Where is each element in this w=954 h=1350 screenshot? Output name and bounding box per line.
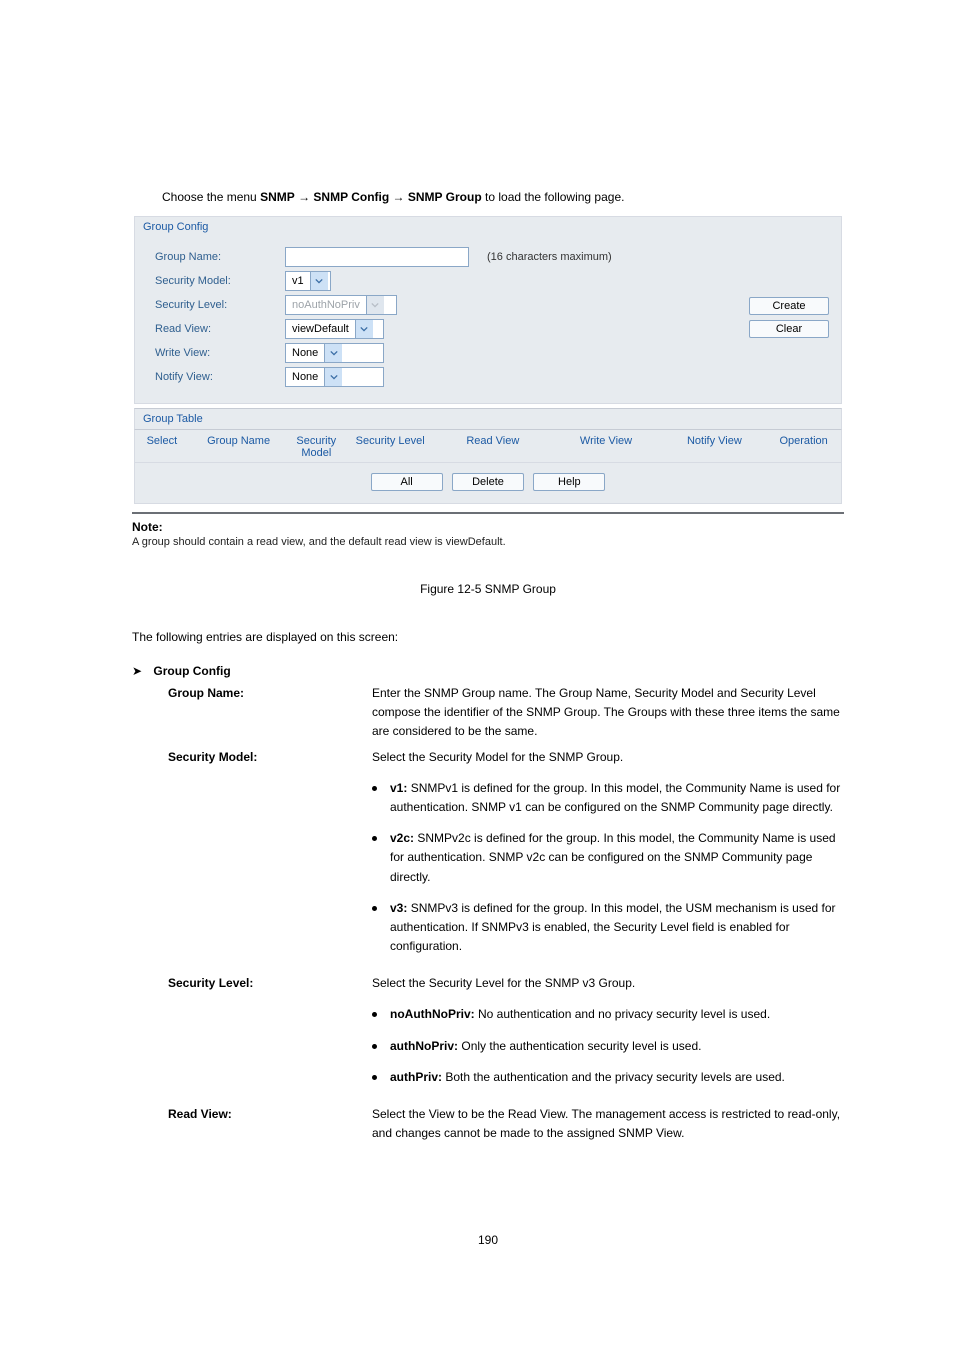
term-read-view: Read View: <box>168 1105 372 1143</box>
breadcrumb-suffix: to load the following page. <box>485 190 624 204</box>
list-item: v1: SNMPv1 is defined for the group. In … <box>372 779 844 817</box>
sm-v2c-text: SNMPv2c is defined for the group. In thi… <box>390 831 836 883</box>
term-security-level: Security Level: <box>168 974 372 1099</box>
snmp-group-panel: Group Config Group Name: (16 characters … <box>132 214 844 548</box>
help-button[interactable]: Help <box>533 473 605 491</box>
sm-v3-text: SNMPv3 is defined for the group. In this… <box>390 901 836 953</box>
label-read-view: Read View: <box>143 323 285 335</box>
th-read-view: Read View <box>436 435 549 459</box>
label-group-name: Group Name: <box>143 251 285 263</box>
list-item: authNoPriv: Only the authentication secu… <box>372 1037 844 1056</box>
group-config-body: Group Name: (16 characters maximum) Secu… <box>134 237 842 404</box>
label-security-level: Security Level: <box>143 299 285 311</box>
notify-view-select[interactable]: None <box>285 367 384 387</box>
sl-an-text: Only the authentication security level i… <box>461 1039 701 1053</box>
chevron-down-icon <box>324 368 342 386</box>
list-item: v2c: SNMPv2c is defined for the group. I… <box>372 829 844 887</box>
label-security-model: Security Model: <box>143 275 285 287</box>
def-security-model: Select the Security Model for the SNMP G… <box>372 748 844 969</box>
breadcrumb: Choose the menu SNMP → SNMP Config → SNM… <box>162 190 844 204</box>
select-value: viewDefault <box>286 323 355 335</box>
clear-button[interactable]: Clear <box>749 320 829 338</box>
list-item: v3: SNMPv3 is defined for the group. In … <box>372 899 844 957</box>
read-view-select[interactable]: viewDefault <box>285 319 384 339</box>
th-write-view: Write View <box>549 435 662 459</box>
sm-v3-label: v3: <box>390 901 407 915</box>
def-group-name: Enter the SNMP Group name. The Group Nam… <box>372 684 844 742</box>
th-operation: Operation <box>766 435 841 459</box>
list-item: authPriv: Both the authentication and th… <box>372 1068 844 1087</box>
def-security-level-text: Select the Security Level for the SNMP v… <box>372 976 635 990</box>
sm-v2c-label: v2c: <box>390 831 414 845</box>
divider <box>132 512 844 514</box>
page-number: 190 <box>132 1233 844 1247</box>
th-notify-view: Notify View <box>663 435 767 459</box>
label-write-view: Write View: <box>143 347 285 359</box>
all-button[interactable]: All <box>371 473 443 491</box>
def-read-view: Select the View to be the Read View. The… <box>372 1105 844 1143</box>
select-value: noAuthNoPriv <box>286 299 366 311</box>
sl-ap-text: Both the authentication and the privacy … <box>445 1070 785 1084</box>
chevron-down-icon <box>355 320 373 338</box>
arrow-icon: → <box>298 190 310 204</box>
th-security-model: Security Model <box>288 435 344 459</box>
section-header-group-config: Group Config <box>153 664 230 678</box>
security-model-select[interactable]: v1 <box>285 271 331 291</box>
definition-list: Group Name: Enter the SNMP Group name. T… <box>168 684 844 1143</box>
group-table-header: Select Group Name Security Model Securit… <box>134 429 842 463</box>
th-select: Select <box>135 435 189 459</box>
write-view-select[interactable]: None <box>285 343 384 363</box>
entries-intro: The following entries are displayed on t… <box>132 630 844 644</box>
delete-button[interactable]: Delete <box>452 473 524 491</box>
chevron-down-icon <box>310 272 328 290</box>
sm-v1-text: SNMPv1 is defined for the group. In this… <box>390 781 840 814</box>
breadcrumb-p3: SNMP Group <box>408 190 482 204</box>
breadcrumb-prefix: Choose the menu <box>162 190 260 204</box>
chevron-down-icon <box>324 344 342 362</box>
table-actions: All Delete Help <box>134 463 842 504</box>
sm-v1-label: v1: <box>390 781 407 795</box>
security-level-select: noAuthNoPriv <box>285 295 397 315</box>
select-value: v1 <box>286 275 310 287</box>
sl-ap-label: authPriv: <box>390 1070 442 1084</box>
th-group-name: Group Name <box>189 435 289 459</box>
def-security-level: Select the Security Level for the SNMP v… <box>372 974 844 1099</box>
note-title: Note: <box>132 520 844 534</box>
figure-caption: Figure 12-5 SNMP Group <box>132 582 844 596</box>
group-table-title: Group Table <box>134 408 842 429</box>
th-security-level: Security Level <box>344 435 436 459</box>
create-button[interactable]: Create <box>749 297 829 315</box>
group-name-input[interactable] <box>285 247 469 267</box>
term-security-model: Security Model: <box>168 748 372 969</box>
select-value: None <box>286 347 324 359</box>
breadcrumb-p1: SNMP <box>260 190 295 204</box>
chevron-down-icon <box>366 296 384 314</box>
arrow-icon: → <box>393 190 405 204</box>
triangle-bullet-icon: ➤ <box>132 664 142 678</box>
term-group-name: Group Name: <box>168 684 372 742</box>
breadcrumb-p2: SNMP Config <box>313 190 389 204</box>
group-name-hint: (16 characters maximum) <box>487 251 612 263</box>
group-config-title: Group Config <box>134 216 842 237</box>
sl-nn-label: noAuthNoPriv: <box>390 1007 475 1021</box>
label-notify-view: Notify View: <box>143 371 285 383</box>
list-item: noAuthNoPriv: No authentication and no p… <box>372 1005 844 1024</box>
sl-an-label: authNoPriv: <box>390 1039 458 1053</box>
sl-nn-text: No authentication and no privacy securit… <box>478 1007 770 1021</box>
select-value: None <box>286 371 324 383</box>
def-security-model-text: Select the Security Model for the SNMP G… <box>372 750 623 764</box>
note-body: A group should contain a read view, and … <box>132 536 844 548</box>
